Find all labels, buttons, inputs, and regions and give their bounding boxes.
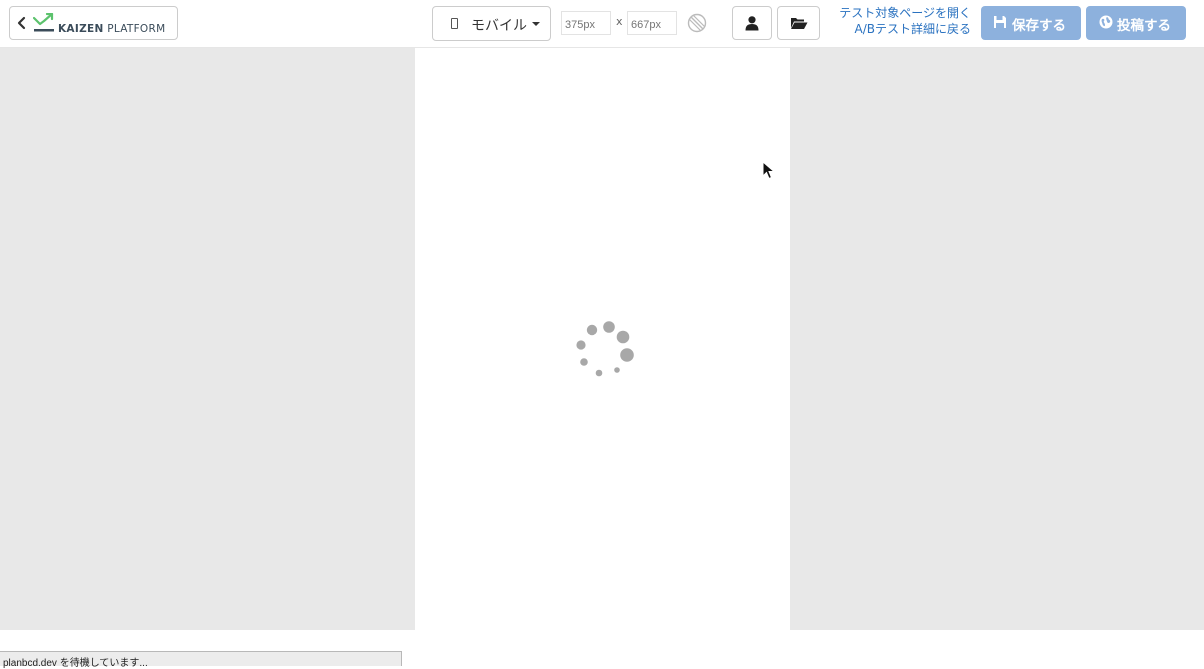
status-text: planbcd.dev を待機しています...: [3, 658, 148, 669]
editor-toolbar: KAIZEN PLATFORM モバイル x テスト対象ページを開く A/Bテス…: [0, 0, 1204, 48]
back-to-platform-button[interactable]: KAIZEN PLATFORM: [9, 6, 178, 40]
brand-bold: KAIZEN: [58, 23, 104, 35]
save-button-label: 保存する: [1012, 18, 1066, 34]
user-button[interactable]: [732, 6, 772, 40]
dimension-separator: x: [616, 15, 623, 28]
open-folder-button[interactable]: [777, 6, 820, 40]
chevron-left-icon: [17, 16, 26, 30]
header-links: テスト対象ページを開く A/Bテスト詳細に戻る: [830, 5, 971, 37]
publish-button-label: 投稿する: [1117, 18, 1171, 34]
rotate-icon[interactable]: [687, 13, 707, 33]
loading-spinner-icon: [576, 321, 634, 377]
open-target-page-link[interactable]: テスト対象ページを開く: [830, 5, 971, 21]
folder-open-icon: [790, 18, 807, 29]
publish-button[interactable]: 投稿する: [1086, 6, 1186, 40]
mouse-cursor-icon: [762, 161, 776, 180]
viewport-height-input[interactable]: [627, 11, 677, 35]
viewport-width-input[interactable]: [561, 11, 611, 35]
device-select-label: モバイル: [471, 18, 527, 34]
mobile-preview-frame[interactable]: [415, 48, 790, 630]
brand-light: PLATFORM: [107, 23, 166, 35]
brand-wordmark: KAIZEN PLATFORM: [58, 23, 165, 35]
globe-icon: [1099, 15, 1113, 29]
device-select[interactable]: モバイル: [432, 6, 551, 41]
user-icon: [745, 16, 759, 31]
floppy-disk-icon: [994, 16, 1006, 28]
mobile-phone-icon: [451, 18, 458, 29]
back-to-ab-test-link[interactable]: A/Bテスト詳細に戻る: [830, 21, 972, 37]
browser-status-bar: planbcd.dev を待機しています...: [0, 651, 402, 669]
save-button[interactable]: 保存する: [981, 6, 1081, 40]
preview-stage: [0, 48, 1204, 630]
kaizen-chart-icon: [33, 13, 54, 32]
caret-down-icon: [532, 22, 540, 26]
